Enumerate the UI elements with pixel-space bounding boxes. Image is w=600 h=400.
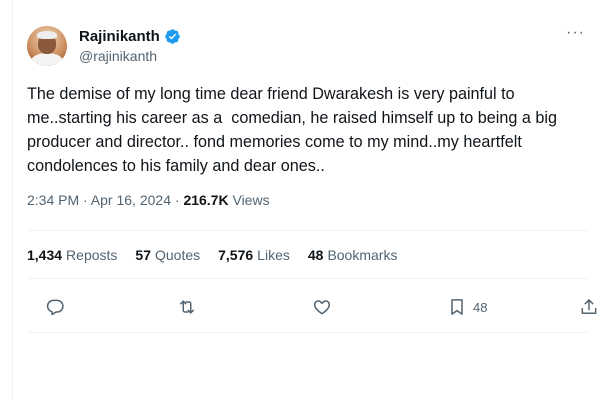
divider-top bbox=[27, 230, 589, 231]
quotes-count: 57 bbox=[135, 247, 151, 263]
divider-bottom bbox=[27, 332, 589, 333]
tweet-text: The demise of my long time dear friend D… bbox=[27, 85, 562, 175]
bookmarks-stat[interactable]: 48 Bookmarks bbox=[308, 247, 398, 263]
divider-middle bbox=[27, 278, 589, 279]
author-handle[interactable]: @rajinikanth bbox=[79, 48, 157, 64]
tweet-stats: 1,434 Reposts 57 Quotes 7,576 Likes 48 Bookm… bbox=[27, 247, 397, 263]
repost-button[interactable] bbox=[177, 294, 197, 320]
heart-icon bbox=[313, 300, 331, 315]
reposts-stat[interactable]: 1,434 Reposts bbox=[27, 247, 117, 263]
share-button[interactable] bbox=[579, 294, 599, 320]
share-icon bbox=[581, 299, 597, 314]
quotes-label: Quotes bbox=[154, 247, 201, 263]
author-name-row[interactable]: Rajinikanth bbox=[79, 28, 181, 45]
views-label: Views bbox=[232, 192, 270, 208]
bookmarks-count: 48 bbox=[307, 247, 324, 263]
bookmark-button[interactable]: 48 bbox=[447, 294, 487, 320]
tweet-actions: 48 bbox=[27, 294, 597, 320]
views-count: 216.7K bbox=[183, 192, 229, 208]
more-horizontal-icon[interactable]: ··· bbox=[566, 24, 585, 42]
reposts-count: 1,434 bbox=[27, 247, 63, 263]
quotes-stat[interactable]: 57 Quotes bbox=[135, 247, 200, 263]
avatar[interactable] bbox=[27, 26, 67, 66]
like-button[interactable] bbox=[312, 294, 332, 320]
reposts-label: Reposts bbox=[66, 247, 118, 263]
likes-count: 7,576 bbox=[218, 247, 254, 263]
likes-stat[interactable]: 7,576 Likes bbox=[218, 247, 290, 263]
reply-button[interactable] bbox=[45, 294, 65, 320]
bookmark-icon bbox=[451, 299, 463, 315]
bookmark-count: 48 bbox=[473, 299, 488, 315]
bookmarks-label: Bookmarks bbox=[327, 247, 398, 263]
tweet-timestamp[interactable]: 2:34 PM · Apr 16, 2024 bbox=[27, 192, 171, 208]
tweet-card: Rajinikanth @rajinikanth ··· The demise … bbox=[12, 0, 600, 400]
author-display-name[interactable]: Rajinikanth bbox=[79, 28, 160, 45]
reply-icon bbox=[46, 299, 64, 316]
likes-label: Likes bbox=[257, 247, 290, 263]
meta-separator: · bbox=[174, 192, 180, 208]
repost-icon bbox=[180, 300, 194, 314]
tweet-header: Rajinikanth @rajinikanth ··· bbox=[27, 24, 597, 72]
verified-badge-icon bbox=[165, 29, 180, 44]
tweet-meta: 2:34 PM · Apr 16, 2024 · 216.7K Views bbox=[27, 192, 270, 208]
